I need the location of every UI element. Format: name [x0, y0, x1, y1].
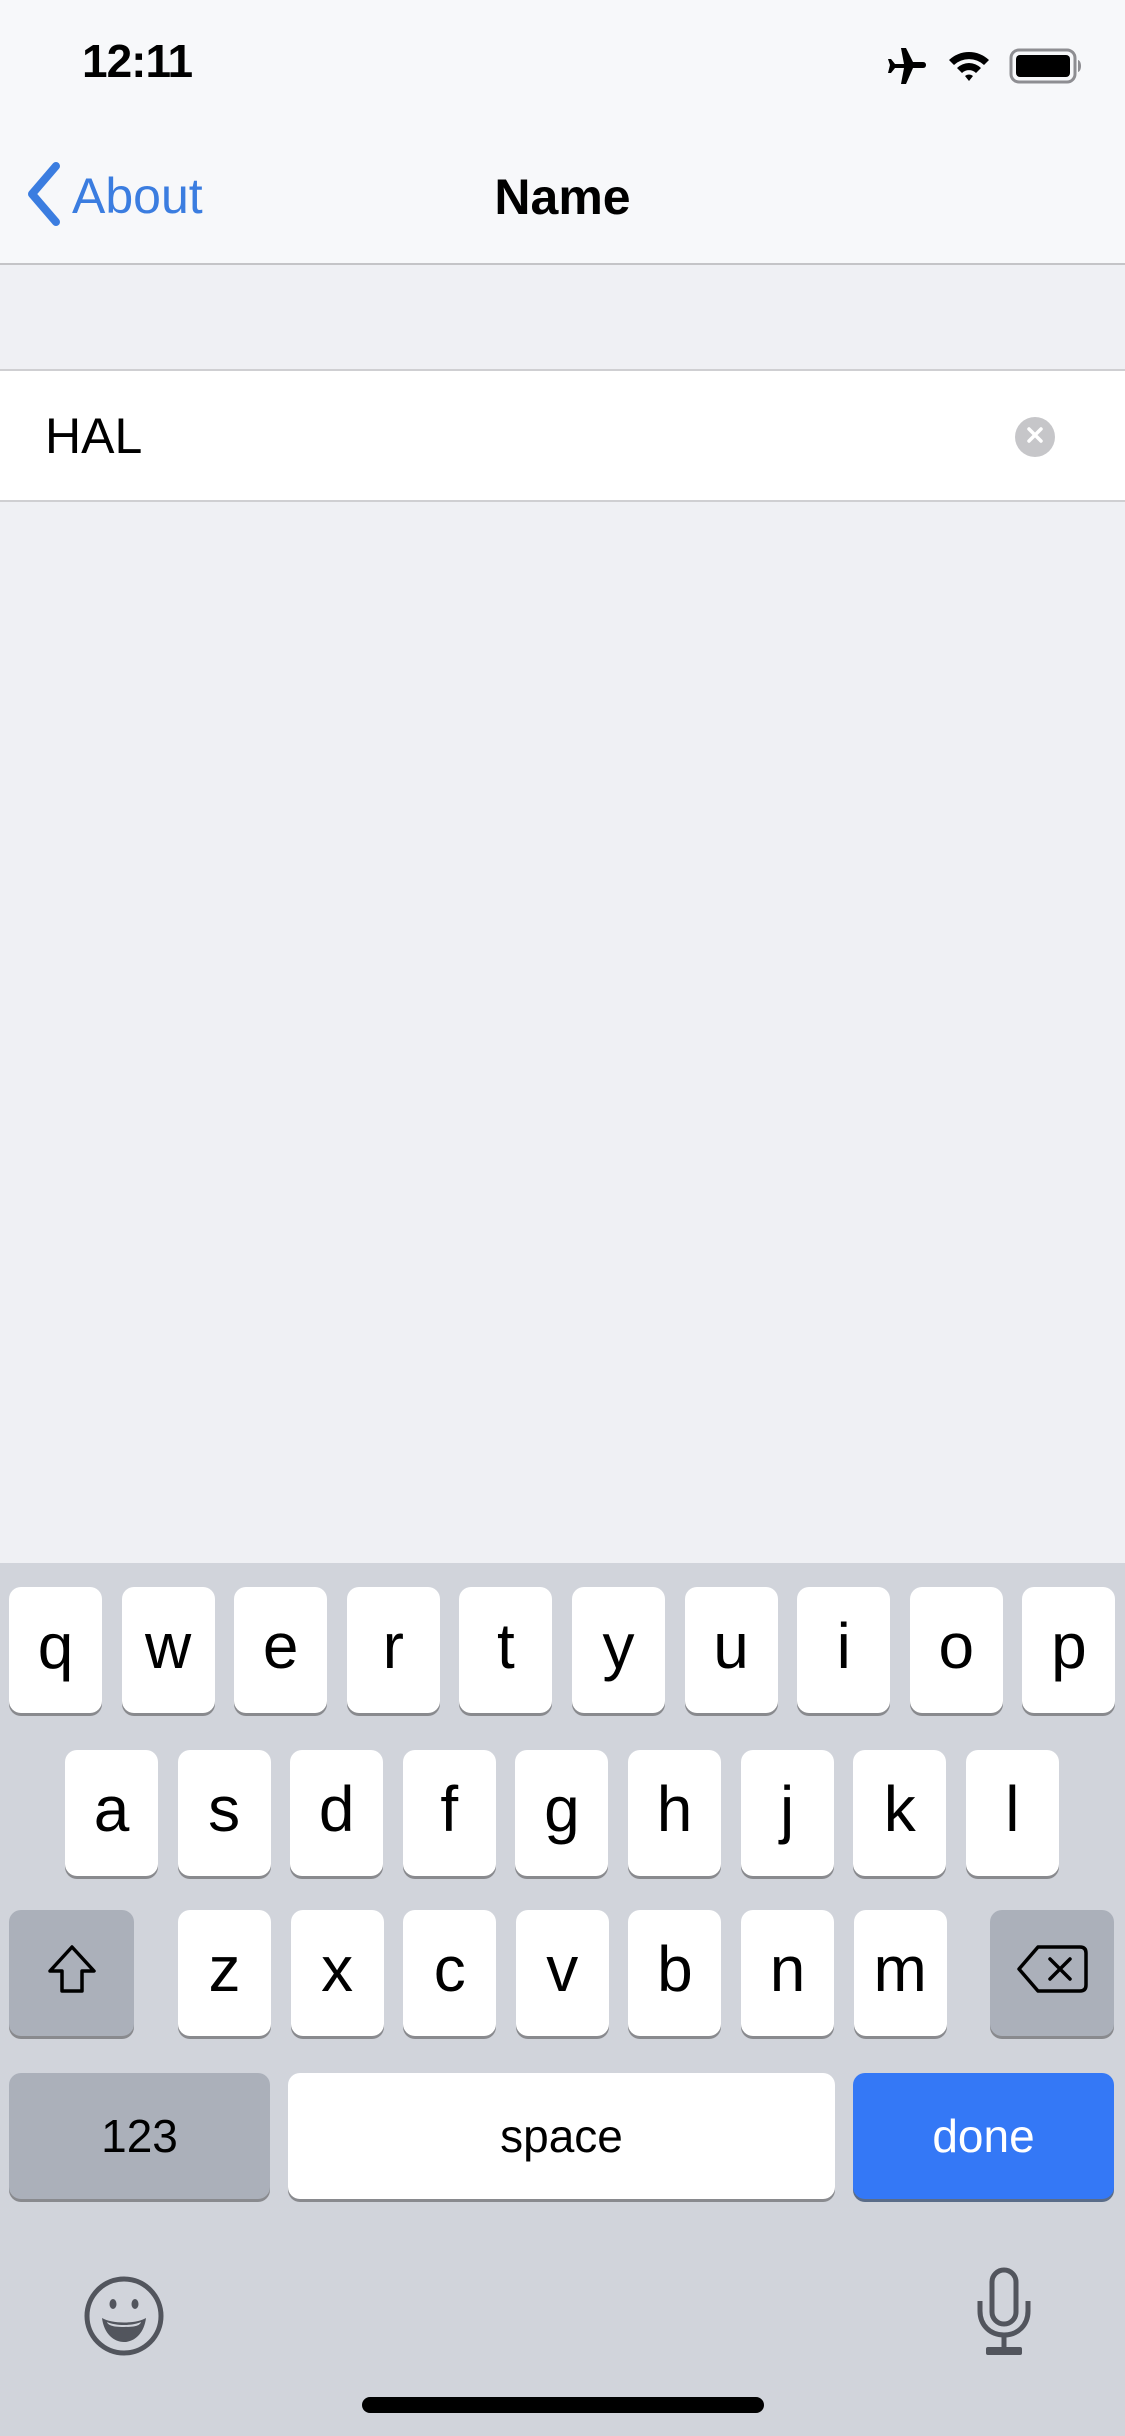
key-i[interactable]: i [797, 1587, 891, 1713]
key-label: g [544, 1773, 580, 1845]
key-p[interactable]: p [1022, 1587, 1116, 1713]
delete-key[interactable] [990, 1910, 1114, 2036]
key-b[interactable]: b [628, 1910, 722, 2036]
key-label: j [779, 1773, 795, 1845]
page-title: Name [494, 169, 631, 225]
key-e[interactable]: e [234, 1587, 328, 1713]
key-w[interactable]: w [121, 1587, 215, 1713]
key-label: a [93, 1773, 130, 1845]
key-a[interactable]: a [65, 1750, 158, 1876]
key-g[interactable]: g [515, 1750, 609, 1876]
backspace-icon [1016, 1936, 1088, 2010]
key-label: o [938, 1610, 975, 1682]
key-label: h [656, 1773, 693, 1845]
key-label: n [769, 1933, 806, 2005]
key-label: z [208, 1933, 241, 2005]
microphone-icon [976, 2267, 1032, 2361]
key-x[interactable]: x [290, 1910, 384, 2036]
key-o[interactable]: o [909, 1587, 1003, 1713]
key-c[interactable]: c [403, 1910, 497, 2036]
key-label: w [144, 1610, 192, 1682]
key-label: q [37, 1610, 74, 1682]
key-q[interactable]: q [9, 1587, 102, 1713]
key-label: f [440, 1773, 459, 1845]
name-input[interactable] [45, 395, 985, 477]
key-label: b [657, 1933, 693, 2005]
key-label: v [546, 1933, 579, 2005]
key-label: i [836, 1610, 851, 1682]
key-label: u [713, 1610, 749, 1682]
key-label: e [262, 1610, 299, 1682]
key-label: y [602, 1610, 635, 1682]
home-indicator[interactable] [362, 2397, 764, 2413]
emoji-icon [82, 2276, 166, 2362]
key-label: p [1051, 1610, 1087, 1682]
key-m[interactable]: m [853, 1910, 947, 2036]
key-label: d [318, 1773, 355, 1845]
key-v[interactable]: v [515, 1910, 609, 2036]
clear-text-button[interactable] [1015, 417, 1055, 457]
key-label: t [497, 1610, 515, 1682]
key-z[interactable]: z [178, 1910, 271, 2036]
battery-icon [1009, 47, 1085, 90]
key-l[interactable]: l [965, 1750, 1059, 1876]
done-key[interactable]: done [853, 2073, 1114, 2199]
key-label: x [321, 1933, 354, 2005]
key-j[interactable]: j [740, 1750, 834, 1876]
status-icons [885, 46, 1085, 90]
key-s[interactable]: s [177, 1750, 271, 1876]
navigation-header: 12:11 About Name [0, 0, 1125, 265]
status-time: 12:11 [82, 35, 193, 87]
key-d[interactable]: d [290, 1750, 384, 1876]
name-field-row [0, 369, 1125, 502]
key-label: s [208, 1773, 241, 1845]
space-key[interactable]: space [288, 2073, 835, 2199]
key-label: r [382, 1610, 404, 1682]
key-f[interactable]: f [402, 1750, 496, 1876]
key-n[interactable]: n [741, 1910, 834, 2036]
airplane-mode-icon [885, 46, 929, 91]
numbers-key[interactable]: 123 [9, 2073, 270, 2199]
shift-key[interactable] [9, 1910, 134, 2036]
key-label: m [873, 1933, 927, 2005]
dictation-button[interactable] [976, 2267, 1032, 2362]
wifi-icon [947, 48, 991, 89]
key-label: l [1005, 1773, 1020, 1845]
keyboard: qwe r t y u i o p a s d f g h j k l z x c v b nm 123 space d… [0, 1563, 1125, 2436]
key-label: k [883, 1773, 916, 1845]
key-k[interactable]: k [853, 1750, 947, 1876]
emoji-button[interactable] [82, 2274, 166, 2363]
key-h[interactable]: h [628, 1750, 721, 1876]
key-r[interactable]: r [346, 1587, 440, 1713]
key-t[interactable]: t [459, 1587, 553, 1713]
shift-icon [46, 1936, 98, 2010]
clear-circle-icon [1026, 426, 1044, 449]
key-y[interactable]: y [572, 1587, 665, 1713]
key-u[interactable]: u [684, 1587, 778, 1713]
key-label: c [433, 1933, 466, 2005]
